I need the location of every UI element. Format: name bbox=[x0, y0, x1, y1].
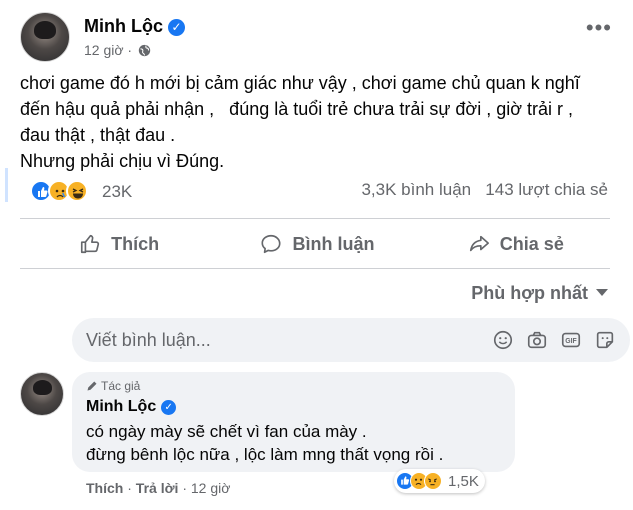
gif-icon[interactable]: GIF bbox=[560, 329, 582, 351]
share-arrow-icon bbox=[469, 235, 489, 252]
verified-badge-icon: ✓ bbox=[161, 400, 177, 415]
haha-icon bbox=[66, 180, 88, 202]
share-button[interactable]: Chia sẻ bbox=[417, 222, 615, 266]
comment-composer: GIF bbox=[20, 318, 630, 362]
like-button[interactable]: Thích bbox=[20, 222, 218, 266]
svg-text:GIF: GIF bbox=[565, 338, 576, 345]
pen-icon bbox=[87, 381, 97, 391]
post-text-line: đến hậu quả phải nhận , đúng là tuổi trẻ… bbox=[20, 99, 574, 119]
thumbs-up-icon bbox=[81, 234, 100, 254]
author-badge-label: Tác giả bbox=[101, 379, 141, 393]
like-label: Thích bbox=[111, 233, 160, 254]
comment-button[interactable]: Bình luận bbox=[218, 222, 416, 266]
smiley-icon[interactable] bbox=[492, 329, 514, 351]
commenter-avatar[interactable] bbox=[20, 372, 64, 416]
more-options-icon[interactable]: ••• bbox=[586, 17, 612, 39]
sort-label: Phù hợp nhất bbox=[471, 283, 588, 303]
comment-reactions[interactable]: 1,5K bbox=[394, 469, 485, 493]
comment-sort-dropdown[interactable]: Phù hợp nhất bbox=[471, 283, 608, 304]
comment-actions: Thích · Trả lời · 12 giờ bbox=[86, 480, 231, 496]
engagement-counts: 3,3K bình luận 143 lượt chia sẻ bbox=[361, 180, 608, 200]
comment-input[interactable] bbox=[86, 318, 466, 362]
sticker-icon[interactable] bbox=[594, 329, 616, 351]
reaction-count[interactable]: 23K bbox=[102, 182, 132, 202]
comment-reply-link[interactable]: Trả lời bbox=[136, 480, 179, 496]
left-accent-bar bbox=[5, 168, 8, 202]
angry-icon bbox=[424, 472, 442, 490]
comment-count[interactable]: 3,3K bình luận bbox=[361, 180, 471, 199]
post-meta: 12 giờ · bbox=[84, 42, 151, 58]
post-author-name[interactable]: Minh Lộc bbox=[84, 16, 163, 36]
comment: Tác giả Minh Lộc ✓ có ngày mày sẽ chết vì… bbox=[20, 372, 620, 502]
globe-icon bbox=[138, 44, 151, 57]
post-text-line: Nhưng phải chịu vì Đúng. bbox=[20, 151, 225, 171]
post-text-line: chơi game đó h mới bị cảm giác như vậy ,… bbox=[20, 73, 580, 93]
speech-bubble-icon bbox=[261, 234, 282, 254]
post-header: Minh Lộc ✓ 12 giờ · ••• bbox=[20, 10, 620, 62]
comment-text-line: đừng bênh lộc nữa , lộc làm mng thất vọn… bbox=[86, 445, 444, 464]
share-label: Chia sẻ bbox=[499, 233, 564, 254]
comment-label: Bình luận bbox=[292, 233, 375, 254]
post-body: chơi game đó h mới bị cảm giác như vậy ,… bbox=[20, 70, 615, 174]
comment-text-line: có ngày mày sẽ chết vì fan của mày . bbox=[86, 422, 367, 441]
divider bbox=[20, 218, 610, 219]
comment-reaction-count: 1,5K bbox=[448, 472, 479, 490]
verified-badge-icon: ✓ bbox=[168, 19, 185, 36]
comment-bubble: Tác giả Minh Lộc ✓ có ngày mày sẽ chết vì… bbox=[72, 372, 515, 472]
post-text-line: đau thật , thật đau . bbox=[20, 125, 176, 145]
caret-down-icon bbox=[596, 289, 608, 296]
comment-input-box[interactable]: GIF bbox=[72, 318, 630, 362]
post-actions: Thích Bình luận Chia sẻ bbox=[20, 222, 615, 266]
share-count[interactable]: 143 lượt chia sẻ bbox=[485, 180, 608, 199]
composer-tools: GIF bbox=[480, 329, 616, 351]
commenter-name-text[interactable]: Minh Lộc bbox=[86, 398, 156, 415]
camera-icon[interactable] bbox=[526, 329, 548, 351]
divider bbox=[20, 268, 610, 269]
author-badge: Tác giả bbox=[86, 379, 140, 393]
comment-time[interactable]: 12 giờ bbox=[191, 480, 231, 496]
post-author[interactable]: Minh Lộc ✓ bbox=[84, 16, 185, 37]
post-stats: 23K 3,3K bình luận 143 lượt chia sẻ bbox=[30, 178, 610, 206]
post-time[interactable]: 12 giờ bbox=[84, 42, 124, 58]
author-avatar[interactable] bbox=[20, 12, 70, 62]
comment-like-link[interactable]: Thích bbox=[86, 480, 123, 496]
commenter-name[interactable]: Minh Lộc ✓ bbox=[86, 398, 177, 416]
